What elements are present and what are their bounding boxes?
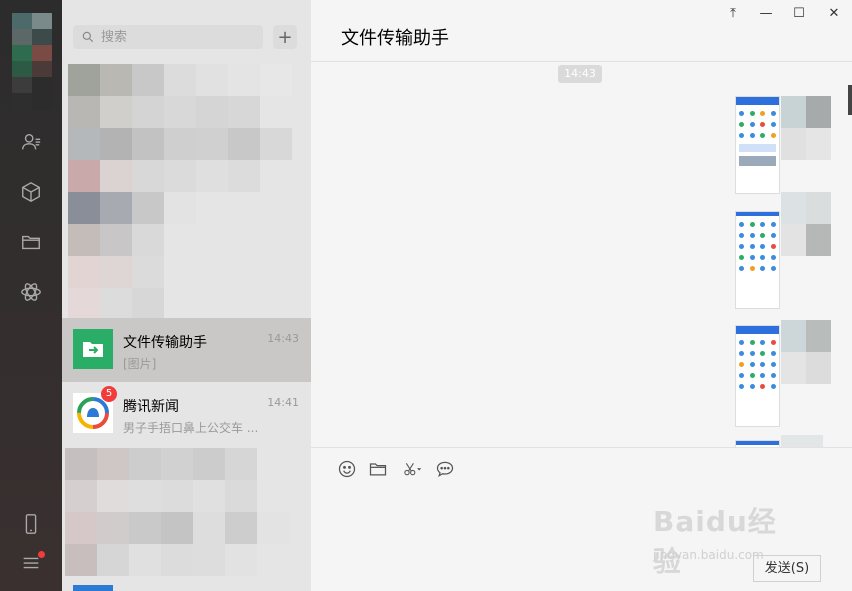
watermark-url: jingyan.baidu.com <box>653 548 764 562</box>
search-icon <box>82 31 94 43</box>
notification-dot <box>38 551 45 558</box>
screenshot-button[interactable] <box>399 458 425 480</box>
image-message-1[interactable] <box>735 96 780 194</box>
phone-icon[interactable] <box>18 511 44 537</box>
wechat-window: + 文件传输助手 14:43 [图片] 5 腾讯新 <box>0 0 852 591</box>
unread-badge: 5 <box>101 386 117 402</box>
mini-program-icon[interactable] <box>18 279 44 305</box>
chat-item-file-transfer[interactable]: 文件传输助手 14:43 [图片] <box>62 318 311 382</box>
pin-icon: ⤒ <box>730 6 736 21</box>
blurred-avatar-3 <box>781 320 831 384</box>
scissors-icon <box>404 462 421 476</box>
blurred-avatar-4 <box>781 435 823 447</box>
blurred-conversations-bottom <box>65 448 311 576</box>
blurred-avatar-2 <box>781 192 831 256</box>
pin-button[interactable]: ⤒ <box>722 5 744 23</box>
chat-history-button[interactable] <box>434 458 456 480</box>
folder-icon[interactable] <box>18 229 44 255</box>
chat-icon <box>436 461 454 477</box>
maximize-button[interactable]: ☐ <box>788 5 810 23</box>
chat-item-tencent-news[interactable]: 5 腾讯新闻 14:41 男子手捂口鼻上公交车 ... <box>62 382 311 446</box>
chat-list-panel: + 文件传输助手 14:43 [图片] 5 腾讯新 <box>62 0 311 591</box>
image-message-2[interactable] <box>735 211 780 309</box>
emoji-icon <box>338 460 356 478</box>
header-divider <box>311 61 852 62</box>
chat-item-time: 14:41 <box>267 396 299 409</box>
chat-item-name: 文件传输助手 <box>123 335 207 351</box>
blurred-avatar-1 <box>781 96 831 160</box>
close-button[interactable]: ✕ <box>823 5 845 23</box>
box-icon[interactable] <box>18 179 44 205</box>
chat-item-time: 14:43 <box>267 332 299 345</box>
avatar[interactable] <box>12 13 52 109</box>
send-file-button[interactable] <box>367 458 389 480</box>
blurred-conversations-top <box>68 64 292 320</box>
watermark-logo: Baidu经验 <box>653 505 777 578</box>
add-button[interactable]: + <box>273 25 297 49</box>
search-input[interactable] <box>99 28 253 46</box>
minimize-button[interactable]: — <box>755 5 777 23</box>
watermark: Baidu经验 jingyan.baidu.com <box>653 500 803 578</box>
emoji-button[interactable] <box>336 458 358 480</box>
image-message-3[interactable] <box>735 325 780 427</box>
chat-item-preview: [图片] <box>123 357 157 371</box>
input-divider <box>311 447 852 448</box>
minimize-icon: — <box>759 6 773 21</box>
left-sidebar <box>0 0 62 591</box>
message-timestamp: 14:43 <box>558 65 602 83</box>
folder-icon <box>369 463 387 476</box>
plus-icon: + <box>277 26 293 48</box>
close-icon: ✕ <box>828 6 840 21</box>
maximize-icon: ☐ <box>793 6 805 21</box>
contacts-icon[interactable] <box>18 129 44 155</box>
search-box[interactable] <box>73 25 263 49</box>
file-transfer-avatar <box>73 329 113 369</box>
folder-arrow-icon <box>83 342 103 357</box>
partial-avatar <box>73 585 113 591</box>
chat-title: 文件传输助手 <box>341 28 449 49</box>
scrollbar[interactable] <box>848 85 852 115</box>
chat-item-preview: 男子手捂口鼻上公交车 ... <box>123 421 259 435</box>
chat-item-name: 腾讯新闻 <box>123 399 179 415</box>
